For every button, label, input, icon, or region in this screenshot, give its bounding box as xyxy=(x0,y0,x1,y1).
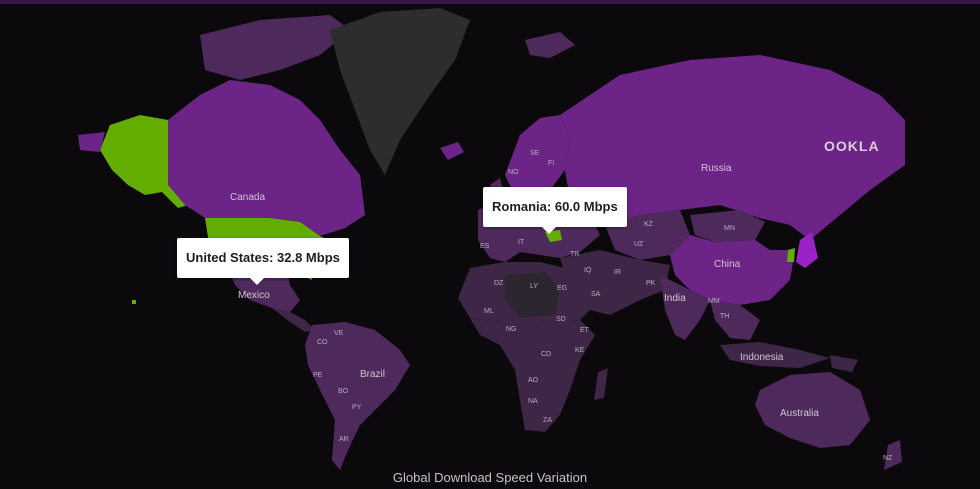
label-canada: Canada xyxy=(230,192,265,203)
world-map[interactable]: Russia Canada China India Brazil Austral… xyxy=(0,0,980,489)
country-arctic-islands[interactable] xyxy=(200,15,350,80)
tooltip-us-text: United States: 32.8 Mbps xyxy=(186,250,340,265)
label-dz: DZ xyxy=(494,280,504,287)
label-eg: EG xyxy=(557,285,567,292)
tooltip-united-states: United States: 32.8 Mbps xyxy=(177,238,349,285)
label-tr: TR xyxy=(570,251,579,258)
region-sub-saharan-africa[interactable] xyxy=(470,318,595,432)
label-mexico: Mexico xyxy=(238,290,270,301)
tooltip-arrow xyxy=(542,227,556,234)
country-papua-new-guinea[interactable] xyxy=(830,355,858,372)
label-se: SE xyxy=(530,150,540,157)
label-pe: PE xyxy=(313,372,323,379)
label-sd: SD xyxy=(556,316,566,323)
country-korea[interactable] xyxy=(787,248,795,262)
label-brazil: Brazil xyxy=(360,369,385,380)
label-bo: BO xyxy=(338,388,349,395)
label-ly: LY xyxy=(530,283,538,290)
country-canada[interactable] xyxy=(168,80,365,236)
label-ml: ML xyxy=(484,308,494,315)
country-svalbard[interactable] xyxy=(525,32,575,58)
map-stage: Russia Canada China India Brazil Austral… xyxy=(0,0,980,489)
label-na: NA xyxy=(528,398,538,405)
map-caption: Global Download Speed Variation xyxy=(392,470,588,485)
label-th: TH xyxy=(720,313,729,320)
tooltip-ro-text: Romania: 60.0 Mbps xyxy=(492,199,618,214)
label-ng: NG xyxy=(506,326,517,333)
label-nz: NZ xyxy=(883,455,893,462)
label-ao: AO xyxy=(528,377,539,384)
label-cd: CD xyxy=(541,351,551,358)
label-indonesia: Indonesia xyxy=(740,352,784,363)
label-ar: AR xyxy=(339,436,349,443)
label-et: ET xyxy=(580,327,590,334)
country-madagascar[interactable] xyxy=(594,368,608,400)
label-china: China xyxy=(714,259,741,270)
label-sa: SA xyxy=(591,291,601,298)
tooltip-arrow xyxy=(250,278,264,285)
label-australia: Australia xyxy=(780,408,819,419)
label-co: CO xyxy=(317,339,328,346)
label-india: India xyxy=(664,293,686,304)
region-southeast-asia[interactable] xyxy=(710,300,760,340)
region-central-america[interactable] xyxy=(272,308,315,332)
country-hawaii[interactable] xyxy=(132,300,136,304)
label-py: PY xyxy=(352,404,362,411)
label-ke: KE xyxy=(575,347,585,354)
country-iceland[interactable] xyxy=(440,142,464,160)
country-japan[interactable] xyxy=(796,232,818,268)
label-it: IT xyxy=(518,239,525,246)
label-ir: IR xyxy=(614,269,621,276)
ookla-logo: OOKLA xyxy=(824,138,880,154)
label-uz: UZ xyxy=(634,241,644,248)
label-fi: FI xyxy=(548,160,554,167)
label-iq: IQ xyxy=(584,267,592,274)
label-es: ES xyxy=(480,243,490,250)
label-ve: VE xyxy=(334,330,344,337)
tooltip-romania: Romania: 60.0 Mbps xyxy=(483,187,627,234)
label-no: NO xyxy=(508,169,519,176)
label-mm: MM xyxy=(708,298,720,305)
label-za: ZA xyxy=(543,417,552,424)
label-russia: Russia xyxy=(701,163,732,174)
label-mn: MN xyxy=(724,225,735,232)
label-pk: PK xyxy=(646,280,656,287)
label-kz: KZ xyxy=(644,221,654,228)
